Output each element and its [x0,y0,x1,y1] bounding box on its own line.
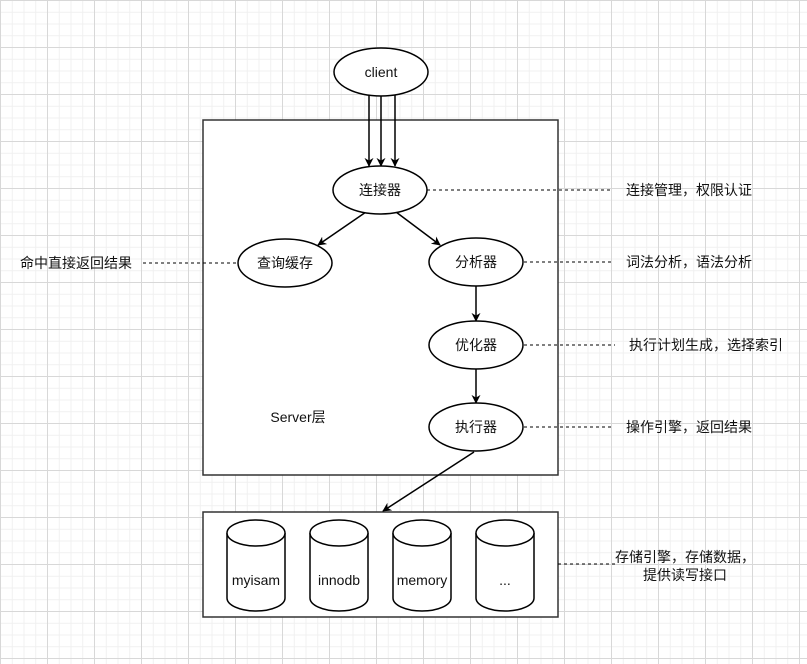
storage-engine-label: ... [499,572,511,588]
optimizer-label: 优化器 [455,337,497,353]
connector-label: 连接器 [359,182,401,198]
executor-node[interactable]: 执行器 [428,402,524,452]
storage-engine-innodb[interactable]: innodb [309,519,369,612]
storage-engine-label: innodb [318,572,360,588]
storage-annotation-line1: 存储引擎，存储数据， [615,549,755,565]
optimizer-node[interactable]: 优化器 [428,320,524,370]
storage-engine-more[interactable]: ... [475,519,535,612]
query-cache-label: 查询缓存 [257,255,313,271]
client-label: client [365,64,398,80]
analyzer-annotation: 词法分析，语法分析 [626,254,752,270]
analyzer-node[interactable]: 分析器 [428,237,524,287]
connector-annotation: 连接管理，权限认证 [626,182,752,198]
storage-engine-myisam[interactable]: myisam [226,519,286,612]
client-node[interactable]: client [333,47,429,97]
storage-engine-label: myisam [232,572,280,588]
storage-engine-memory[interactable]: memory [392,519,452,612]
optimizer-annotation: 执行计划生成，选择索引 [629,337,783,353]
query-cache-annotation: 命中直接返回结果 [20,255,132,271]
executor-annotation: 操作引擎，返回结果 [626,419,752,435]
executor-label: 执行器 [455,419,497,435]
query-cache-node[interactable]: 查询缓存 [237,238,333,288]
storage-annotation-line2: 提供读写接口 [643,567,727,583]
connector-node[interactable]: 连接器 [332,165,428,215]
storage-engine-label: memory [397,572,448,588]
server-layer-label: Server层 [270,409,325,425]
architecture-diagram: Server层 client 连接器 查询缓存 分析器 优化器 执行器 myis… [20,47,783,618]
analyzer-label: 分析器 [455,254,497,270]
